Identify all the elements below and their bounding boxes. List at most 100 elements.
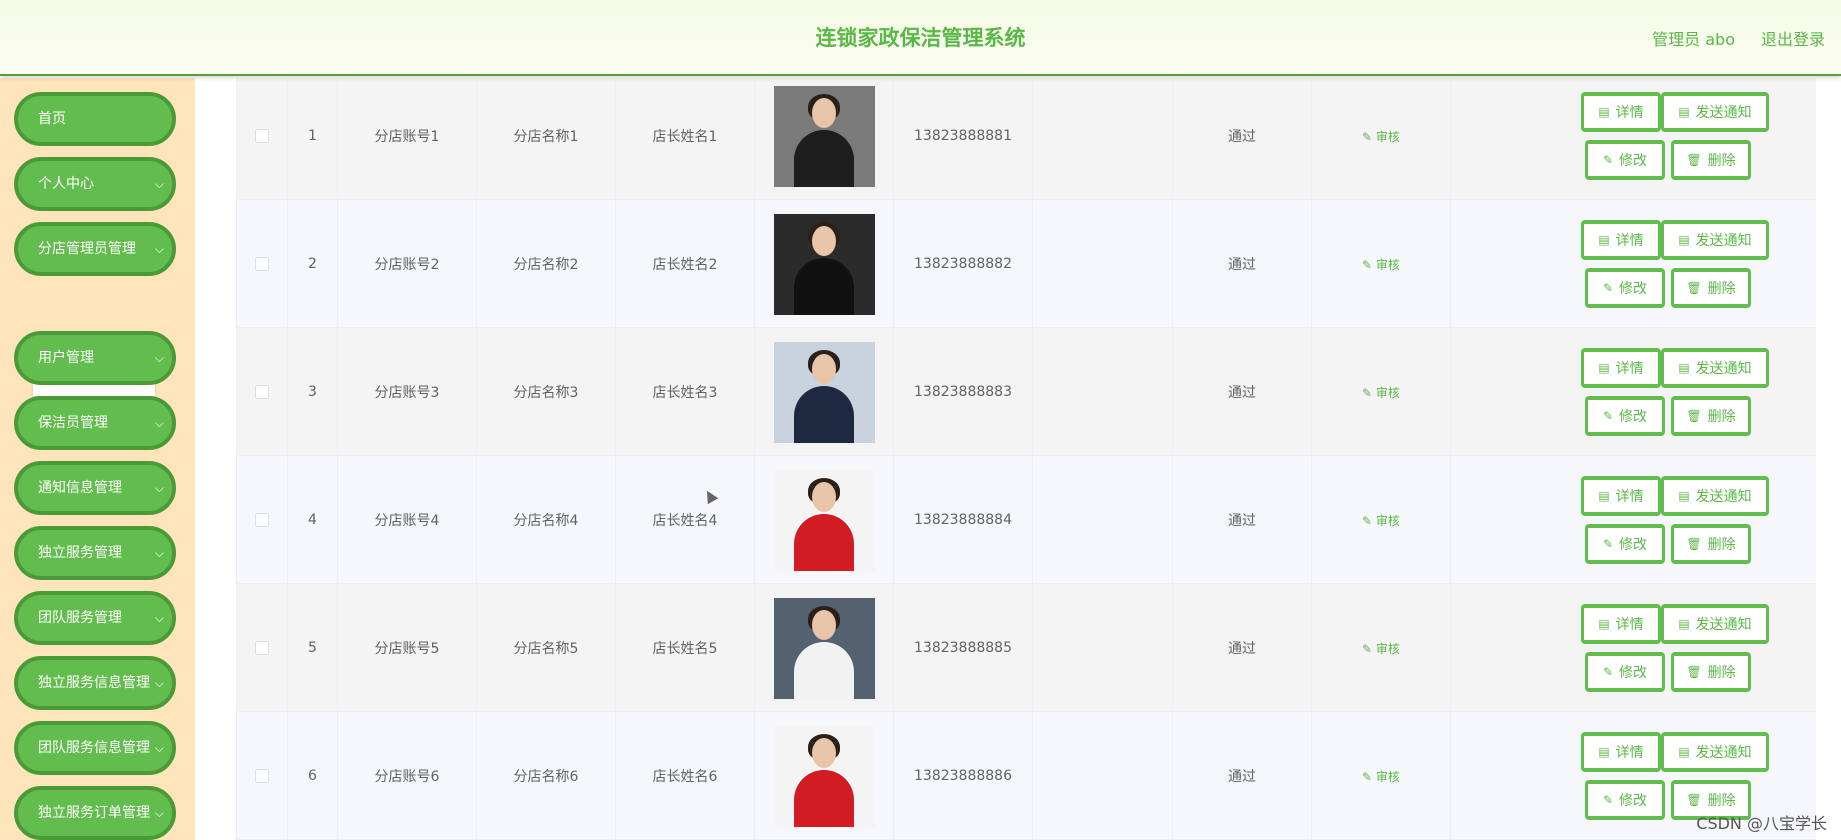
row-checkbox[interactable]	[255, 769, 269, 783]
row-checkbox[interactable]	[255, 513, 269, 527]
delete-label: 删除	[1707, 793, 1736, 809]
chevron-down-icon: ⌵	[154, 351, 164, 365]
index-text: 4	[308, 512, 317, 528]
name-text: 分店名称6	[513, 769, 579, 785]
document-icon: ▤	[1678, 361, 1690, 375]
sidebar-item-3[interactable]: 用户管理 ⌵	[14, 331, 176, 385]
sidebar-item-4[interactable]: 保洁员管理 ⌵	[14, 396, 176, 450]
cell-account: 分店账号4	[338, 456, 477, 584]
cell-account: 分店账号3	[338, 328, 477, 456]
notify-button[interactable]: ▤ 发送通知	[1661, 604, 1769, 644]
row-checkbox[interactable]	[255, 257, 269, 271]
cell-name: 分店名称4	[477, 456, 616, 584]
detail-button[interactable]: ▤ 详情	[1581, 220, 1661, 260]
detail-button[interactable]: ▤ 详情	[1581, 604, 1661, 644]
cell-check	[237, 712, 288, 840]
chevron-down-icon: ⌵	[154, 416, 164, 430]
manager-photo	[773, 597, 875, 699]
cell-manager: 店长姓名5	[616, 584, 755, 712]
edit-button[interactable]: ✎ 修改	[1585, 268, 1665, 308]
sidebar-item-0[interactable]: 首页	[14, 92, 176, 146]
cell-check	[237, 200, 288, 328]
document-icon: ▤	[1678, 105, 1690, 119]
edit-button[interactable]: ✎ 修改	[1585, 396, 1665, 436]
notify-button[interactable]: ▤ 发送通知	[1661, 732, 1769, 772]
cell-check	[237, 456, 288, 584]
notify-button[interactable]: ▤ 发送通知	[1661, 92, 1769, 132]
detail-button[interactable]: ▤ 详情	[1581, 348, 1661, 388]
cell-blank	[1033, 78, 1173, 200]
detail-button[interactable]: ▤ 详情	[1581, 732, 1661, 772]
cell-photo	[755, 584, 894, 712]
cell-name: 分店名称1	[477, 78, 616, 200]
audit-label: 审核	[1375, 129, 1400, 144]
notify-button[interactable]: ▤ 发送通知	[1661, 220, 1769, 260]
notify-label: 发送通知	[1695, 105, 1752, 121]
audit-link[interactable]: ✎ 审核	[1362, 768, 1400, 785]
row-checkbox[interactable]	[255, 641, 269, 655]
cell-photo	[755, 328, 894, 456]
delete-button[interactable]: 🗑 删除	[1671, 524, 1751, 564]
cell-photo	[755, 456, 894, 584]
cell-audit: ✎ 审核	[1312, 78, 1451, 200]
watermark: CSDN @八宝学长	[1696, 814, 1827, 833]
edit-button[interactable]: ✎ 修改	[1585, 140, 1665, 180]
notify-button[interactable]: ▤ 发送通知	[1661, 476, 1769, 516]
delete-button[interactable]: 🗑 删除	[1671, 268, 1751, 308]
notify-button[interactable]: ▤ 发送通知	[1661, 348, 1769, 388]
sidebar: 分店管理员 首页个人中心⌵分店管理员管理⌵用户管理⌵保洁员管理⌵通知信息管理⌵独…	[0, 78, 195, 840]
table-row: 1 分店账号1 分店名称1 店长姓名1 13823888881 通过 ✎ 审核 ▤ 详情 ▤ 发送通…	[237, 78, 1816, 200]
app-header: 连锁家政保洁管理系统 管理员 abo 退出登录	[0, 0, 1841, 76]
sidebar-item-6[interactable]: 独立服务管理 ⌵	[14, 526, 176, 580]
sidebar-item-7[interactable]: 团队服务管理 ⌵	[14, 591, 176, 645]
sidebar-item-5[interactable]: 通知信息管理 ⌵	[14, 461, 176, 515]
notify-label: 发送通知	[1695, 361, 1752, 377]
phone-text: 13823888883	[914, 384, 1012, 400]
delete-button[interactable]: 🗑 删除	[1671, 396, 1751, 436]
notify-label: 发送通知	[1695, 617, 1752, 633]
sidebar-item-label: 个人中心	[38, 176, 94, 192]
cell-blank	[1033, 328, 1173, 456]
delete-button[interactable]: 🗑 删除	[1671, 140, 1751, 180]
audit-label: 审核	[1375, 257, 1400, 272]
edit-button[interactable]: ✎ 修改	[1585, 780, 1665, 820]
audit-link[interactable]: ✎ 审核	[1362, 640, 1400, 657]
detail-label: 详情	[1615, 233, 1644, 249]
edit-button[interactable]: ✎ 修改	[1585, 652, 1665, 692]
name-text: 分店名称2	[513, 257, 579, 273]
sidebar-item-1[interactable]: 个人中心 ⌵	[14, 157, 176, 211]
trash-icon: 🗑	[1686, 281, 1702, 295]
trash-icon: 🗑	[1686, 793, 1702, 807]
edit-icon: ✎	[1602, 281, 1614, 295]
row-checkbox[interactable]	[255, 385, 269, 399]
trash-icon: 🗑	[1686, 665, 1702, 679]
sidebar-item-10[interactable]: 独立服务订单管理 ⌵	[14, 786, 176, 840]
cell-phone: 13823888886	[894, 712, 1033, 840]
audit-label: 审核	[1375, 769, 1400, 784]
cell-status: 通过	[1173, 328, 1312, 456]
edit-icon: ✎	[1362, 769, 1376, 784]
delete-label: 删除	[1707, 281, 1736, 297]
audit-link[interactable]: ✎ 审核	[1362, 256, 1400, 273]
detail-icon: ▤	[1598, 745, 1610, 759]
sidebar-item-9[interactable]: 团队服务信息管理 ⌵	[14, 721, 176, 775]
audit-link[interactable]: ✎ 审核	[1362, 384, 1400, 401]
cell-manager: 店长姓名3	[616, 328, 755, 456]
status-text: 通过	[1228, 513, 1256, 529]
sidebar-item-8[interactable]: 独立服务信息管理 ⌵	[14, 656, 176, 710]
audit-link[interactable]: ✎ 审核	[1362, 512, 1400, 529]
logout-link[interactable]: 退出登录	[1761, 26, 1825, 50]
notify-label: 发送通知	[1695, 233, 1752, 249]
audit-link[interactable]: ✎ 审核	[1362, 128, 1400, 145]
edit-button[interactable]: ✎ 修改	[1585, 524, 1665, 564]
delete-button[interactable]: 🗑 删除	[1671, 652, 1751, 692]
sidebar-item-2[interactable]: 分店管理员管理 ⌵	[14, 222, 176, 276]
detail-button[interactable]: ▤ 详情	[1581, 92, 1661, 132]
index-text: 5	[308, 640, 317, 656]
chevron-down-icon: ⌵	[154, 242, 164, 256]
detail-button[interactable]: ▤ 详情	[1581, 476, 1661, 516]
row-checkbox[interactable]	[255, 129, 269, 143]
cell-ops: ▤ 详情 ▤ 发送通知 ✎ 修改 🗑 删除	[1451, 328, 1816, 456]
detail-label: 详情	[1615, 617, 1644, 633]
account-text: 分店账号6	[374, 769, 440, 785]
